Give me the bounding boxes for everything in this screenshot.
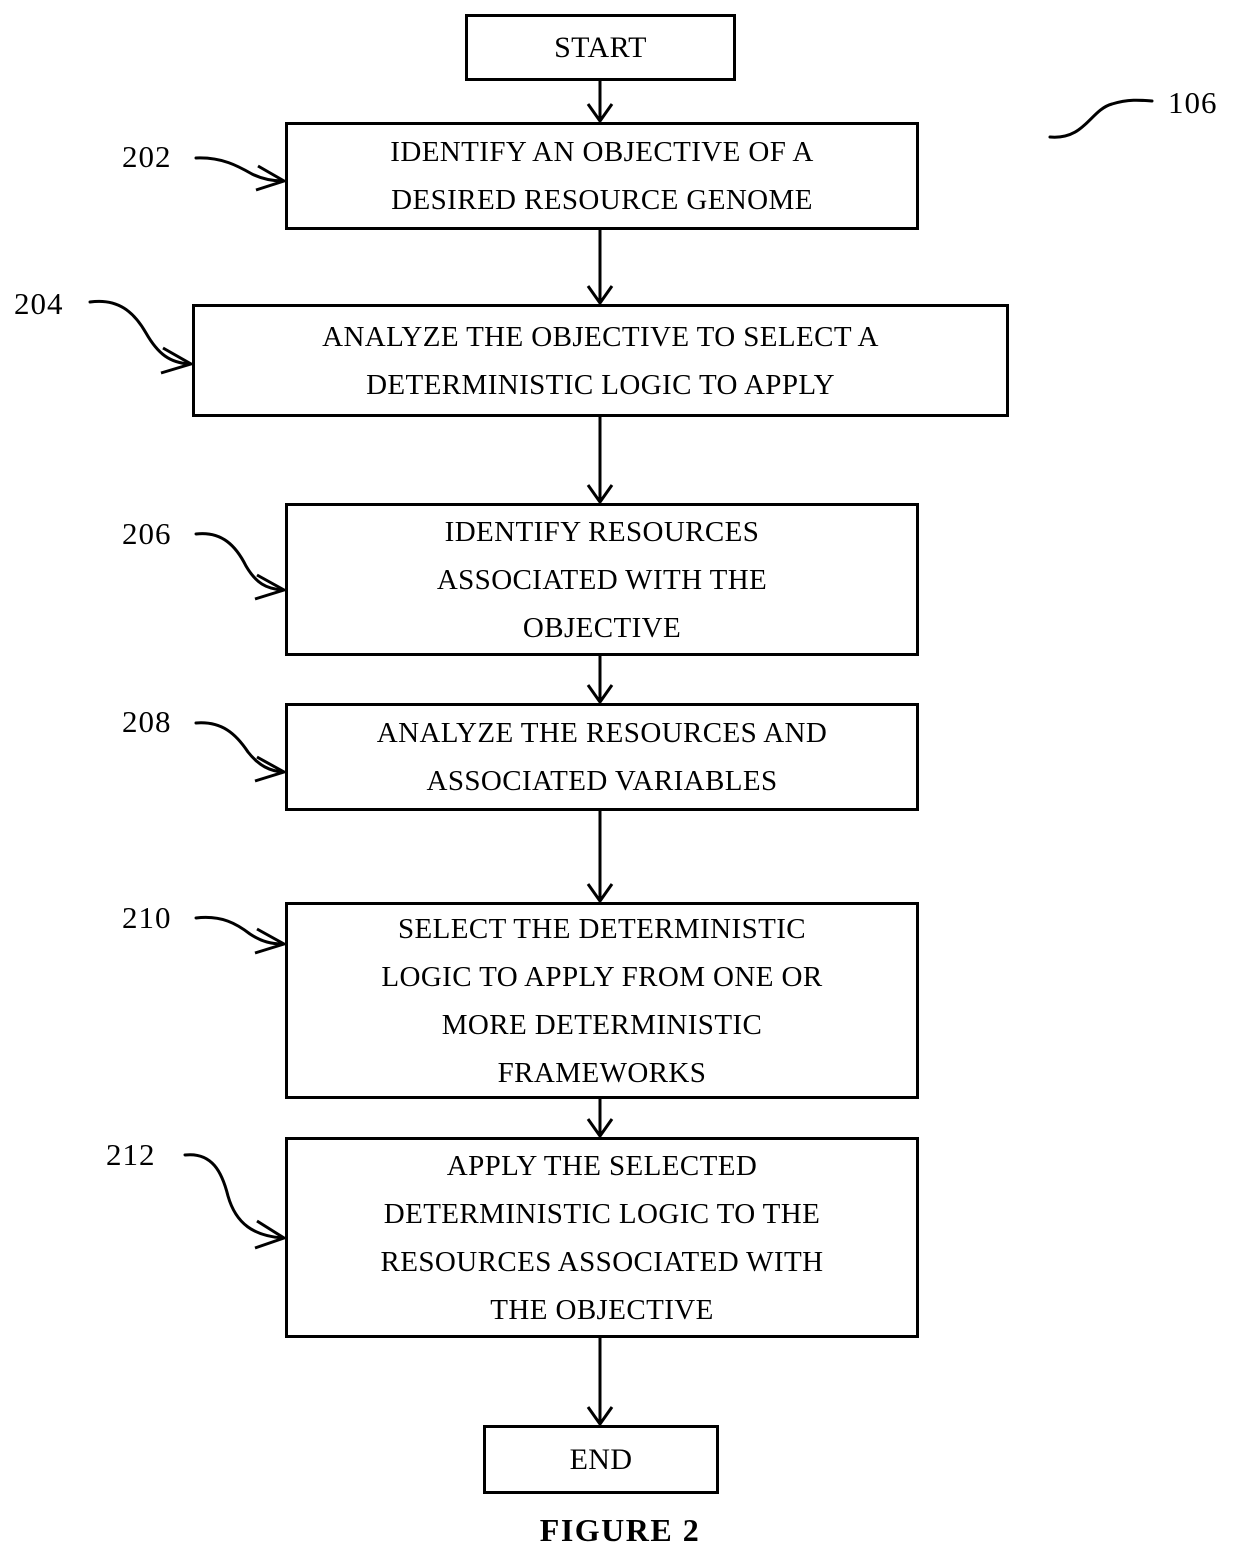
flow-node-210-label: SELECT THE DETERMINISTIC LOGIC TO APPLY … (381, 912, 823, 1089)
reference-numeral-206: 206 (122, 516, 172, 551)
connector-204-to-206 (586, 416, 614, 505)
reference-numeral-106: 106 (1168, 85, 1218, 120)
leader-line-106 (1048, 98, 1154, 139)
connector-206-to-208 (586, 655, 614, 705)
leader-line-208 (194, 721, 288, 783)
flow-node-208: ANALYZE THE RESOURCES AND ASSOCIATED VAR… (285, 703, 919, 811)
flow-node-202: IDENTIFY AN OBJECTIVE OF A DESIRED RESOU… (285, 122, 919, 230)
leader-line-204 (88, 299, 195, 375)
flow-node-208-label: ANALYZE THE RESOURCES AND ASSOCIATED VAR… (376, 717, 828, 797)
connector-202-to-204 (586, 229, 614, 306)
leader-line-206 (194, 532, 288, 601)
figure-caption: FIGURE 2 (539, 1512, 701, 1548)
connector-212-to-end (586, 1337, 614, 1427)
connector-210-to-212 (586, 1098, 614, 1139)
leader-line-202 (194, 156, 288, 192)
reference-numeral-210: 210 (122, 900, 172, 935)
reference-numeral-208: 208 (122, 704, 172, 739)
flow-node-202-label: IDENTIFY AN OBJECTIVE OF A DESIRED RESOU… (390, 136, 814, 216)
figure-page: 106 202 204 206 208 210 212 START IDENTI… (0, 0, 1240, 1561)
flow-node-end: END (483, 1425, 719, 1494)
connector-start-to-202 (586, 80, 614, 124)
leader-line-210 (194, 915, 288, 955)
flow-node-206-label: IDENTIFY RESOURCES ASSOCIATED WITH THE O… (436, 515, 768, 644)
flow-node-210: SELECT THE DETERMINISTIC LOGIC TO APPLY … (285, 902, 919, 1099)
flow-node-206: IDENTIFY RESOURCES ASSOCIATED WITH THE O… (285, 503, 919, 656)
reference-numeral-212: 212 (106, 1137, 156, 1172)
flow-node-212-label: APPLY THE SELECTED DETERMINISTIC LOGIC T… (380, 1149, 824, 1326)
reference-numeral-202: 202 (122, 139, 172, 174)
flow-node-start-label: START (554, 30, 647, 64)
leader-line-212 (183, 1153, 288, 1250)
flow-node-start: START (465, 14, 736, 81)
flow-node-end-label: END (569, 1442, 633, 1476)
reference-numeral-204: 204 (14, 286, 64, 321)
flow-node-212: APPLY THE SELECTED DETERMINISTIC LOGIC T… (285, 1137, 919, 1338)
flow-node-204: ANALYZE THE OBJECTIVE TO SELECT A DETERM… (192, 304, 1009, 417)
flow-node-204-label: ANALYZE THE OBJECTIVE TO SELECT A DETERM… (322, 320, 879, 401)
connector-208-to-210 (586, 810, 614, 904)
